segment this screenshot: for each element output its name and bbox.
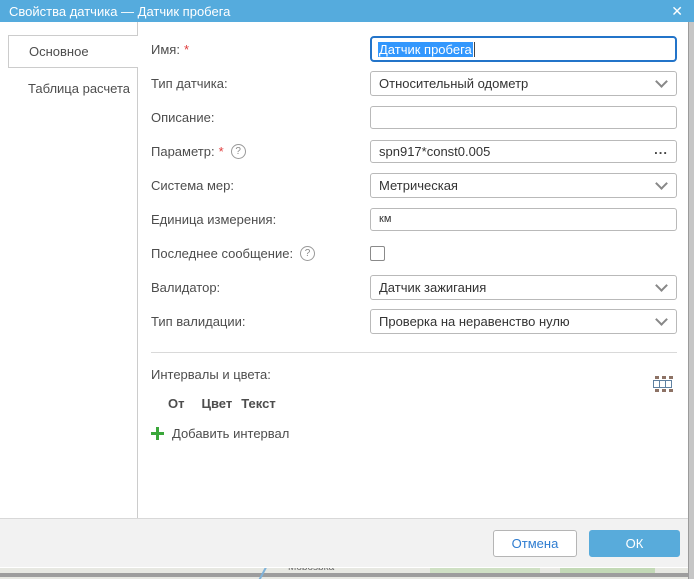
map-label-fragment: Mobosbka (288, 568, 334, 573)
sensor-properties-dialog: Свойства датчика — Датчик пробега ✕ Осно… (0, 0, 694, 579)
required-marker: * (184, 42, 189, 57)
selected-text: Датчик пробега (378, 42, 473, 57)
measure-system-select[interactable]: Метрическая (370, 173, 677, 198)
measure-system-label: Система мер: (151, 178, 370, 193)
last-message-label: Последнее сообщение: ? (151, 246, 370, 261)
description-row: Описание: (138, 100, 688, 134)
column-text: Текст (241, 396, 275, 411)
dialog-content: Имя: * Датчик пробега Тип датчика: Относ… (138, 22, 688, 518)
ellipsis-button[interactable]: ... (654, 145, 668, 155)
validator-label: Валидатор: (151, 280, 370, 295)
intervals-header-row: От Цвет Текст (151, 396, 688, 411)
intervals-grid-icon[interactable] (653, 376, 673, 392)
chevron-down-icon (655, 75, 668, 88)
description-label: Описание: (151, 110, 370, 125)
unit-input[interactable] (370, 208, 677, 231)
intervals-title: Интервалы и цвета: (151, 366, 688, 384)
dialog-titlebar: Свойства датчика — Датчик пробега ✕ (0, 0, 694, 22)
add-interval-label: Добавить интервал (172, 426, 289, 441)
parameter-input[interactable] (370, 140, 677, 163)
validation-type-select[interactable]: Проверка на неравенство нулю (370, 309, 677, 334)
required-marker: * (219, 144, 224, 159)
cancel-button[interactable]: Отмена (493, 530, 577, 557)
sensor-type-value: Относительный одометр (379, 76, 528, 91)
text-caret (474, 42, 475, 57)
close-icon[interactable]: ✕ (669, 0, 685, 22)
help-icon[interactable]: ? (231, 144, 246, 159)
sensor-type-label: Тип датчика: (151, 76, 370, 91)
name-label: Имя: * (151, 42, 370, 57)
add-interval-button[interactable]: Добавить интервал (151, 426, 321, 441)
dialog-sidebar: Основное Таблица расчета (0, 22, 138, 518)
name-row: Имя: * Датчик пробега (138, 32, 688, 66)
validation-type-label: Тип валидации: (151, 314, 370, 329)
unit-row: Единица измерения: (138, 202, 688, 236)
parameter-row: Параметр: * ? ... (138, 134, 688, 168)
validator-select[interactable]: Датчик зажигания (370, 275, 677, 300)
plus-icon (151, 427, 164, 440)
chevron-down-icon (655, 279, 668, 292)
description-input[interactable] (370, 106, 677, 129)
sensor-type-row: Тип датчика: Относительный одометр (138, 66, 688, 100)
intervals-section: Интервалы и цвета: От Цвет Текст Добавит… (138, 366, 688, 441)
ok-button[interactable]: ОК (589, 530, 680, 557)
measure-system-value: Метрическая (379, 178, 458, 193)
validator-value: Датчик зажигания (379, 280, 486, 295)
parameter-label: Параметр: * ? (151, 144, 370, 159)
tab-calculation-table[interactable]: Таблица расчета (28, 79, 130, 99)
last-message-row: Последнее сообщение: ? (138, 236, 688, 270)
validation-type-value: Проверка на неравенство нулю (379, 314, 570, 329)
validator-row: Валидатор: Датчик зажигания (138, 270, 688, 304)
dialog-footer: Отмена ОК (0, 518, 688, 567)
background-app-edge (688, 22, 694, 579)
measure-system-row: Система мер: Метрическая (138, 168, 688, 202)
chevron-down-icon (655, 313, 668, 326)
column-color: Цвет (201, 396, 232, 411)
last-message-checkbox[interactable] (370, 246, 385, 261)
chevron-down-icon (655, 177, 668, 190)
background-map-sliver: Mobosbka (0, 568, 694, 579)
sensor-type-select[interactable]: Относительный одометр (370, 71, 677, 96)
validation-type-row: Тип валидации: Проверка на неравенство н… (138, 304, 688, 338)
section-divider (151, 352, 677, 353)
tab-main[interactable]: Основное (8, 35, 138, 68)
dialog-title: Свойства датчика — Датчик пробега (9, 4, 669, 19)
help-icon[interactable]: ? (300, 246, 315, 261)
column-from: От (168, 396, 184, 411)
unit-label: Единица измерения: (151, 212, 370, 227)
name-input[interactable]: Датчик пробега (370, 36, 677, 62)
map-road (0, 573, 694, 577)
